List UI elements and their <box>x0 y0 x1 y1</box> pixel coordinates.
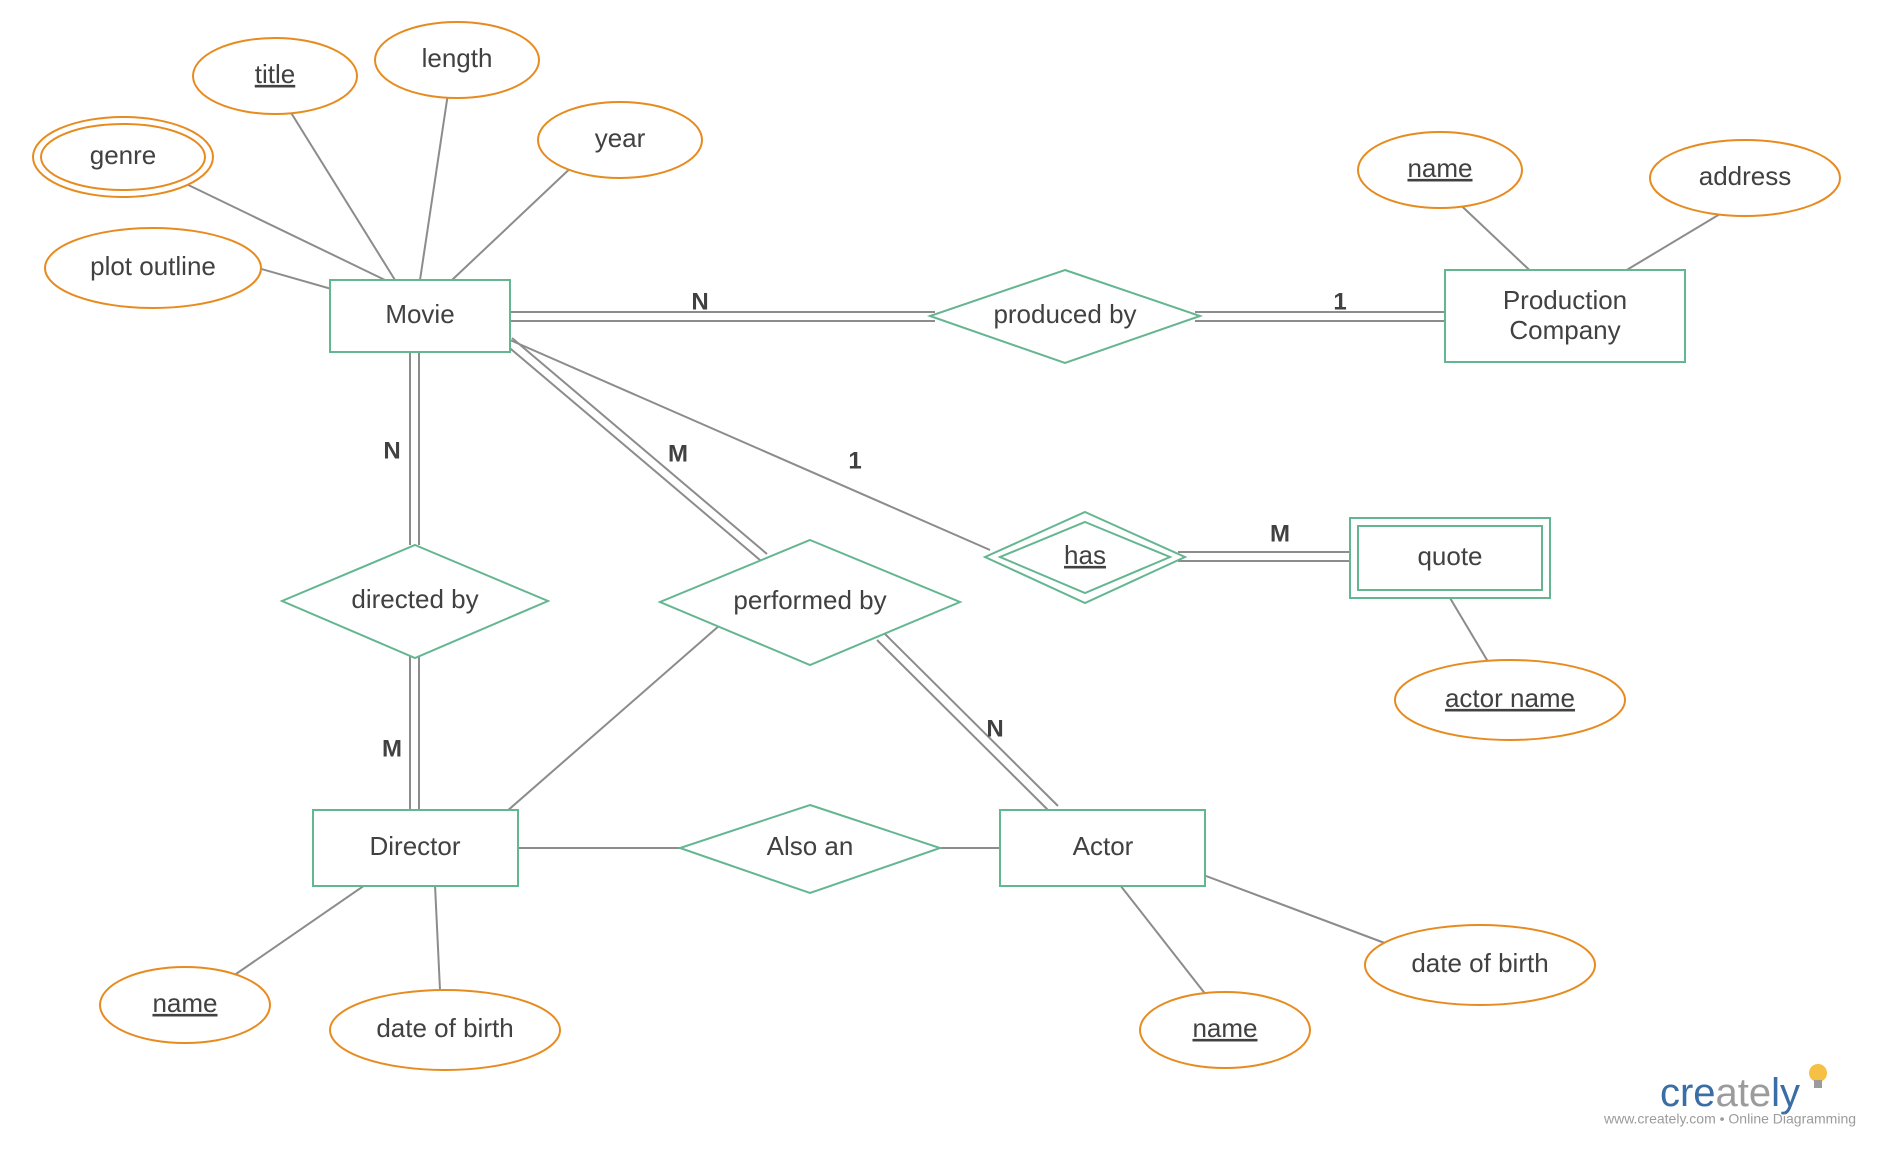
card-director-directed: M <box>382 735 402 762</box>
directedby-director-line <box>410 655 419 810</box>
entity-movie-label: Movie <box>385 299 454 329</box>
entity-quote-label: quote <box>1417 541 1482 571</box>
entity-actor: Actor <box>1000 810 1205 886</box>
card-movie-has: 1 <box>848 447 861 474</box>
card-actor-performed: N <box>986 715 1003 742</box>
entity-quote: quote <box>1350 518 1550 598</box>
entity-actor-label: Actor <box>1073 831 1134 861</box>
attr-plot-outline-label: plot outline <box>90 251 216 281</box>
rel-performed-by-label: performed by <box>733 585 886 615</box>
er-diagram-canvas: genre title length year plot outline nam… <box>0 0 1880 1150</box>
entity-production-company: Production Company <box>1445 270 1685 362</box>
attr-quote-actor-name: actor name <box>1395 660 1625 740</box>
entity-director-label: Director <box>369 831 460 861</box>
attr-director-dob-label: date of birth <box>376 1013 513 1043</box>
entity-production-company-label-l1: Production <box>1503 285 1627 315</box>
attr-length: length <box>375 22 539 98</box>
attr-pc-address-label: address <box>1699 161 1792 191</box>
attr-genre: genre <box>33 117 213 197</box>
rel-has: has <box>985 512 1185 603</box>
attr-year: year <box>538 102 702 178</box>
attr-actor-name: name <box>1140 992 1310 1068</box>
card-pc-produced: 1 <box>1333 288 1346 315</box>
director-attribute-lines <box>220 885 440 990</box>
rel-produced-by-label: produced by <box>993 299 1136 329</box>
rel-also-an: Also an <box>680 805 940 893</box>
attr-quote-actor-name-label: actor name <box>1445 683 1575 713</box>
rel-has-label: has <box>1064 540 1106 570</box>
attr-year-label: year <box>595 123 646 153</box>
performedby-actor-line <box>877 634 1058 812</box>
director-performedby-line <box>506 625 720 812</box>
attr-director-name: name <box>100 967 270 1043</box>
producedby-pc-line <box>1195 312 1445 321</box>
movie-has-line <box>510 340 990 550</box>
creately-tagline: www.creately.com • Online Diagramming <box>1603 1111 1856 1127</box>
card-movie-performed: M <box>668 440 688 467</box>
rel-also-an-label: Also an <box>767 831 854 861</box>
rel-performed-by: performed by <box>660 540 960 665</box>
entity-movie: Movie <box>330 280 510 352</box>
card-quote-has: M <box>1270 520 1290 547</box>
attr-pc-address: address <box>1650 140 1840 216</box>
has-quote-line <box>1178 552 1355 561</box>
svg-text:creately: creately <box>1660 1071 1800 1115</box>
rel-produced-by: produced by <box>930 270 1200 363</box>
quote-attribute-line <box>1450 598 1490 665</box>
attr-actor-dob-label: date of birth <box>1411 948 1548 978</box>
attr-pc-name: name <box>1358 132 1522 208</box>
card-movie-produced: N <box>691 288 708 315</box>
rel-directed-by-label: directed by <box>351 584 478 614</box>
attr-pc-name-label: name <box>1407 153 1472 183</box>
attr-plot-outline: plot outline <box>45 228 261 308</box>
attr-title-label: title <box>255 59 295 89</box>
entity-director: Director <box>313 810 518 886</box>
attr-length-label: length <box>422 43 493 73</box>
attr-title: title <box>193 38 357 114</box>
movie-producedby-line <box>510 312 935 321</box>
logo-cre: cre <box>1660 1071 1716 1115</box>
attr-genre-label: genre <box>90 140 157 170</box>
attr-director-dob: date of birth <box>330 990 560 1070</box>
logo-ate: ate <box>1716 1071 1772 1115</box>
attr-director-name-label: name <box>152 988 217 1018</box>
logo-ly: ly <box>1771 1071 1800 1115</box>
movie-performedby-line <box>505 338 767 560</box>
attr-actor-name-label: name <box>1192 1013 1257 1043</box>
card-movie-directed: N <box>383 437 400 464</box>
movie-directedby-line <box>410 352 419 545</box>
creately-logo: creately www.creately.com • Online Diagr… <box>1603 1064 1856 1127</box>
rel-directed-by: directed by <box>282 545 548 658</box>
attr-actor-dob: date of birth <box>1365 925 1595 1005</box>
lightbulb-icon <box>1809 1064 1827 1088</box>
entity-production-company-label-l2: Company <box>1509 315 1620 345</box>
